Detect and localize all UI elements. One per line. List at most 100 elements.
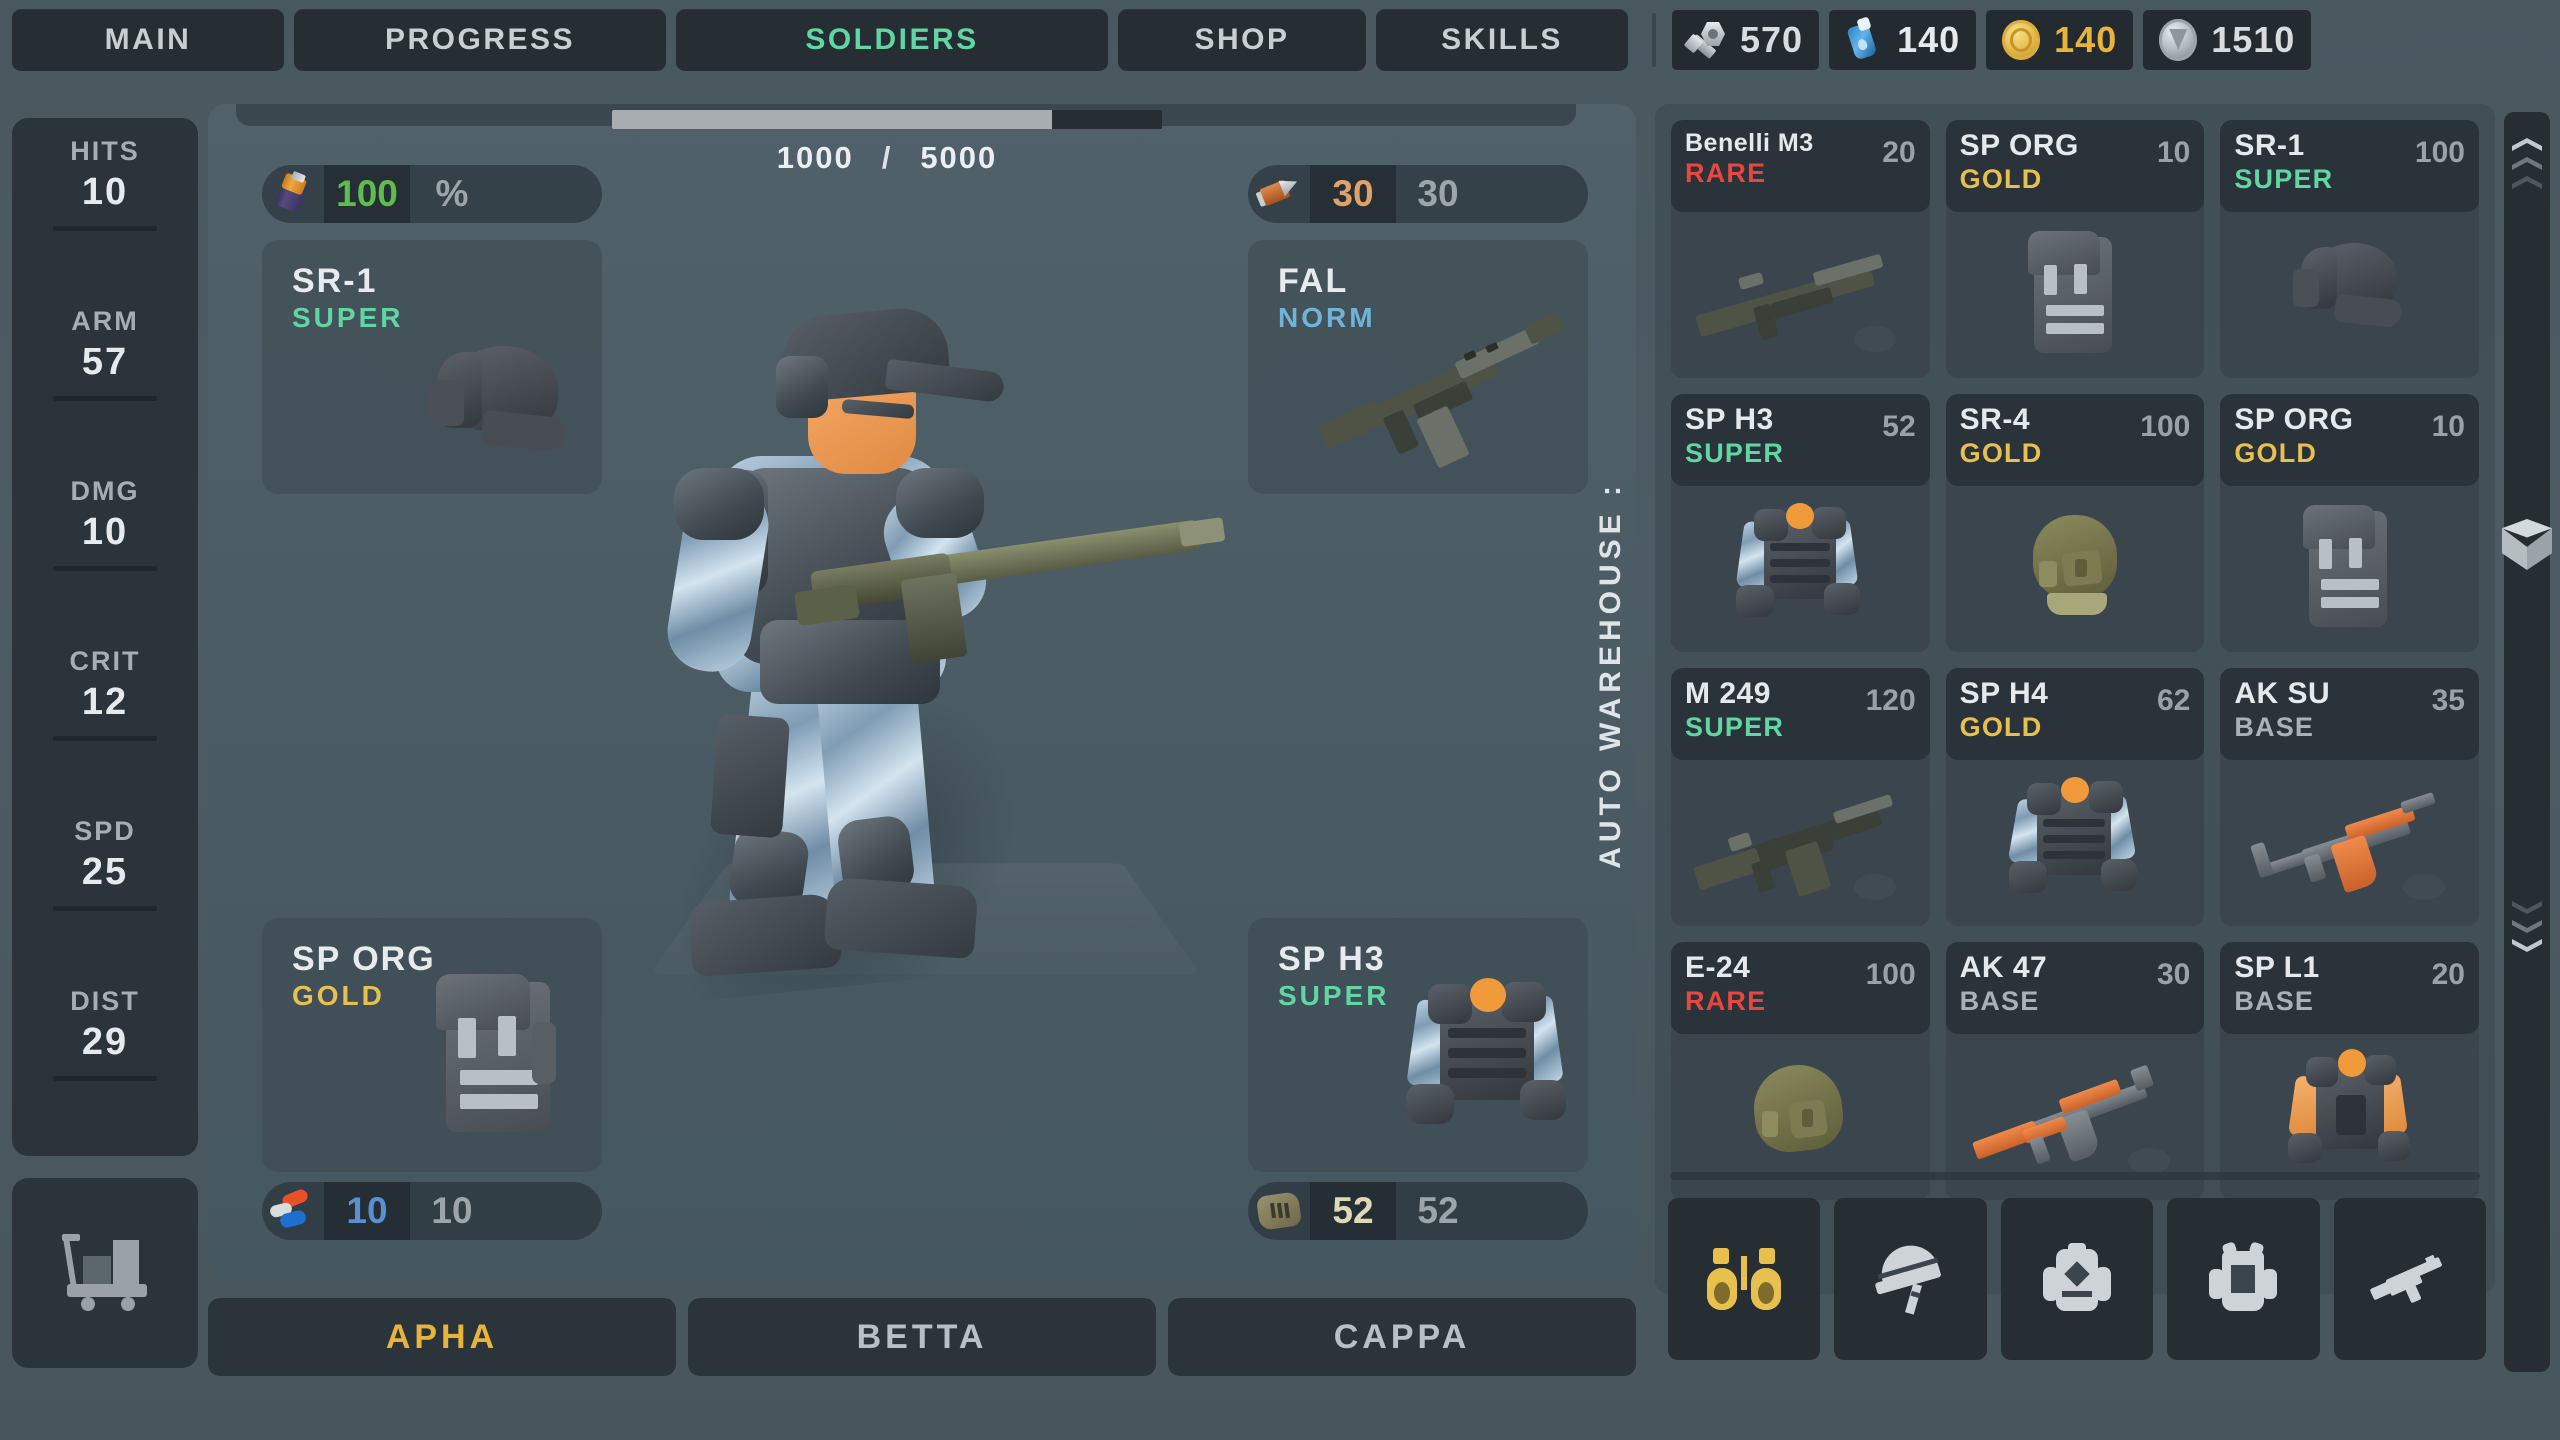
- item-header: SP ORG GOLD 10: [1945, 120, 2205, 212]
- equip-slot-helmet[interactable]: SR-1 SUPER: [262, 240, 602, 494]
- currency-coins[interactable]: 140: [1986, 10, 2134, 70]
- stat-divider: [53, 566, 157, 571]
- helmet-icon: [1874, 1238, 1947, 1315]
- silver-gem-icon: [2155, 17, 2201, 63]
- xp-separator: /: [881, 140, 893, 175]
- currency-gems-value: 1510: [2211, 19, 2296, 60]
- fal-rifle-art: [1314, 300, 1584, 480]
- warehouse-item-benelli-m3[interactable]: Benelli M3 RARE 20: [1671, 120, 1930, 378]
- scroll-down-button[interactable]: [2512, 901, 2542, 952]
- tab-skills[interactable]: SKILLS: [1376, 9, 1628, 71]
- stat-divider: [53, 906, 157, 911]
- item-name: AK 47: [1959, 951, 2048, 984]
- item-quantity: 30: [2156, 958, 2191, 991]
- stat-hits: HITS 10: [12, 136, 198, 306]
- stat-dmg: DMG 10: [12, 476, 198, 646]
- stat-value: 29: [81, 1021, 129, 1063]
- cart-icon: [59, 1233, 151, 1313]
- item-header: SP ORG GOLD 10: [2220, 394, 2479, 486]
- weapon-ammo-chip[interactable]: 30 30: [1248, 165, 1588, 223]
- currency-gems[interactable]: 1510: [2143, 10, 2312, 70]
- equip-slot-backpack[interactable]: SP ORG GOLD: [262, 918, 602, 1172]
- xp-max: 5000: [920, 140, 998, 175]
- vest-armor-chip[interactable]: 52 52: [1248, 1182, 1588, 1240]
- backpack-meds-max: 10: [431, 1190, 473, 1231]
- warehouse-item-sp-h3[interactable]: SP H3 SUPER 52: [1671, 394, 1930, 652]
- stat-dist: DIST 29: [12, 986, 198, 1156]
- scroll-up-button[interactable]: [2512, 138, 2542, 189]
- equip-slot-weapon[interactable]: FAL NORM: [1248, 240, 1588, 494]
- warehouse-item-sp-org-1[interactable]: SP ORG GOLD 10: [1945, 120, 2205, 378]
- currency-flasks[interactable]: 140: [1829, 10, 1977, 70]
- shotgun-art: [1671, 212, 1930, 378]
- currency-group: 570 140 140 1510: [1672, 10, 2312, 70]
- soldier-avatar[interactable]: [620, 270, 1240, 1070]
- equip-vest-name: SP H3: [1278, 940, 1386, 978]
- battery-icon: [262, 170, 324, 216]
- item-quantity: 62: [2156, 684, 2191, 717]
- stat-divider: [53, 226, 157, 231]
- item-header: SP H4 GOLD 62: [1945, 668, 2205, 760]
- filter-helmet[interactable]: [1834, 1198, 1987, 1360]
- warehouse-item-sp-l1[interactable]: SP L1 BASE 20: [2220, 942, 2479, 1200]
- currency-flasks-value: 140: [1897, 19, 1961, 60]
- item-name: AK SU: [2234, 677, 2331, 710]
- item-tier: SUPER: [1685, 437, 1785, 468]
- chevron-down-icon: [2512, 920, 2542, 933]
- warehouse-item-e-24[interactable]: E-24 RARE 100: [1671, 942, 1930, 1200]
- helmet-dark-art: [2220, 212, 2479, 378]
- currency-bolts[interactable]: 570: [1672, 10, 1820, 70]
- item-quantity: 20: [1882, 136, 1916, 169]
- stat-value: 10: [81, 511, 129, 553]
- currency-coins-value: 140: [2054, 19, 2118, 60]
- helmet-durability-chip[interactable]: 100 %: [262, 165, 602, 223]
- warehouse-item-sp-h4[interactable]: SP H4 GOLD 62: [1945, 668, 2205, 926]
- squad-tab-bar: APHA BETTA CAPPA: [208, 1298, 1636, 1376]
- warehouse-cart-button[interactable]: [12, 1178, 198, 1368]
- warehouse-item-ak-47[interactable]: AK 47 BASE 30: [1945, 942, 2205, 1200]
- item-tier: RARE: [1685, 158, 1767, 189]
- tab-soldiers[interactable]: SOLDIERS: [676, 9, 1108, 71]
- cube-button[interactable]: [2502, 519, 2552, 571]
- warehouse-item-sr-4[interactable]: SR-4 GOLD 100: [1945, 394, 2205, 652]
- warehouse-item-m249[interactable]: M 249 SUPER 120: [1671, 668, 1930, 926]
- backpack-art: [1946, 212, 2205, 378]
- item-header: SP L1 BASE 20: [2220, 942, 2479, 1034]
- chevron-down-icon: [2512, 901, 2542, 914]
- equip-vest-tier: SUPER: [1278, 980, 1390, 1011]
- tab-shop[interactable]: SHOP: [1118, 9, 1366, 71]
- chevron-up-icon: [2512, 138, 2542, 151]
- item-tier: BASE: [2234, 711, 2315, 742]
- stat-divider: [53, 736, 157, 741]
- tab-progress[interactable]: PROGRESS: [294, 9, 666, 71]
- filter-binoculars[interactable]: [1668, 1198, 1821, 1360]
- warehouse-item-sr-1[interactable]: SR-1 SUPER 100: [2220, 120, 2479, 378]
- backpack-meds-chip[interactable]: 10 10: [262, 1182, 602, 1240]
- warehouse-item-sp-org-2[interactable]: SP ORG GOLD 10: [2220, 394, 2479, 652]
- equip-helmet-tier: SUPER: [292, 302, 404, 333]
- equip-slot-vest[interactable]: SP H3 SUPER: [1248, 918, 1588, 1172]
- item-name: Benelli M3: [1685, 129, 1814, 157]
- pills-icon: [262, 1187, 324, 1232]
- filter-vest[interactable]: [2167, 1198, 2320, 1360]
- tab-main[interactable]: MAIN: [12, 9, 284, 71]
- item-tier: GOLD: [1959, 163, 2043, 194]
- item-quantity: 120: [1865, 684, 1916, 717]
- equip-backpack-tier: GOLD: [292, 980, 385, 1011]
- cube-icon: [2502, 519, 2552, 571]
- squad-tab-apha[interactable]: APHA: [208, 1298, 676, 1376]
- filter-rifle[interactable]: [2333, 1198, 2487, 1360]
- xp-progress-fill: [612, 110, 1052, 129]
- gold-coin-icon: [1998, 17, 2044, 63]
- warehouse-item-ak-su[interactable]: AK SU BASE 35: [2220, 668, 2479, 926]
- vest-camo-art: [1398, 972, 1578, 1152]
- item-name: SP ORG: [1959, 129, 2079, 162]
- vest-camo2-art: [1946, 760, 2205, 926]
- filter-backpack[interactable]: [2000, 1198, 2154, 1360]
- helmet-olive-art: [1946, 486, 2205, 652]
- chevron-up-icon: [2512, 157, 2542, 170]
- xp-progress-bar: [612, 110, 1162, 129]
- squad-tab-cappa[interactable]: CAPPA: [1168, 1298, 1636, 1376]
- squad-tab-betta[interactable]: BETTA: [688, 1298, 1156, 1376]
- equip-backpack-name: SP ORG: [292, 940, 436, 978]
